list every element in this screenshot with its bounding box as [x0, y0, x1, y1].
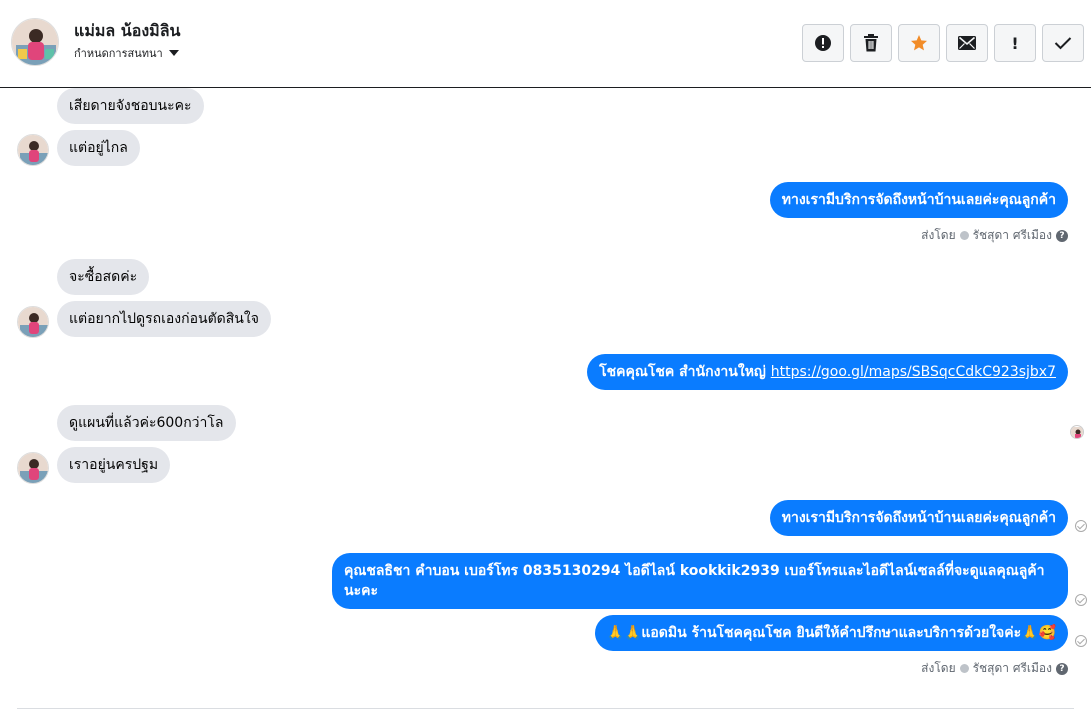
contact-avatar[interactable]	[11, 18, 59, 66]
sent-by-agent[interactable]: รัชสุดา ศรีเมือง	[973, 226, 1052, 245]
incoming-message[interactable]: ดูแผนที่แล้วค่ะ600กว่าโล	[57, 405, 236, 441]
map-link[interactable]: https://goo.gl/maps/SBSqcCdkC923sjbx7	[771, 364, 1056, 380]
incoming-message[interactable]: เราอยู่นครปฐม	[57, 447, 171, 483]
envelope-icon	[958, 36, 976, 50]
sent-by-label: ส่งโดย	[921, 661, 956, 675]
star-icon	[911, 35, 927, 51]
outgoing-message[interactable]: 🙏🙏แอดมิน ร้านโชคคุณโชค ยินดีให้คำปรึกษาแ…	[594, 615, 1068, 651]
help-icon[interactable]: ?	[1056, 662, 1068, 675]
delivered-check-icon	[1075, 635, 1087, 647]
star-button[interactable]	[898, 24, 940, 62]
incoming-message[interactable]: จะซื้อสดค่ะ	[57, 259, 150, 295]
sent-check-icon	[959, 664, 969, 673]
conversation-settings-dropdown[interactable]: กำหนดการสนทนา	[74, 44, 179, 62]
conversation-toolbar: !	[802, 24, 1084, 62]
caret-down-icon	[168, 50, 179, 56]
incoming-message[interactable]: เสียดายจังชอบนะคะ	[57, 88, 204, 124]
outgoing-message[interactable]: โชคคุณโชค สำนักงานใหญ่ https://goo.gl/ma…	[587, 354, 1068, 390]
exclamation-icon: !	[1011, 33, 1019, 53]
sent-check-icon	[959, 231, 969, 240]
alert-circle-icon	[815, 35, 831, 51]
incoming-message[interactable]: แต่อยู่ไกล	[57, 130, 140, 166]
help-icon[interactable]: ?	[1056, 229, 1068, 242]
conversation-header: แม่มล น้องมิลิน กำหนดการสนทนา !	[0, 0, 1091, 88]
incoming-message[interactable]: แต่อยากไปดูรถเองก่อนตัดสินใจ	[57, 301, 271, 337]
checkmark-icon	[1054, 37, 1072, 50]
outgoing-message[interactable]: ทางเรามีบริการจัดถึงหน้าบ้านเลยค่ะคุณลูก…	[769, 500, 1068, 536]
sent-by-label: ส่งโดย	[921, 228, 956, 242]
follow-up-button[interactable]: !	[994, 24, 1036, 62]
mark-done-button[interactable]	[1042, 24, 1084, 62]
contact-message-avatar	[17, 134, 49, 166]
composer-divider	[17, 708, 1074, 709]
outgoing-message[interactable]: ทางเรามีบริการจัดถึงหน้าบ้านเลยค่ะคุณลูก…	[769, 182, 1068, 218]
message-text: โชคคุณโชค สำนักงานใหญ่	[599, 364, 766, 380]
sent-by-agent[interactable]: รัชสุดา ศรีเมือง	[973, 659, 1052, 678]
mark-spam-button[interactable]	[802, 24, 844, 62]
delete-button[interactable]	[850, 24, 892, 62]
trash-icon	[864, 34, 878, 52]
sent-by-info: ส่งโดย รัชสุดา ศรีเมือง ?	[921, 226, 1068, 245]
delivered-check-icon	[1075, 594, 1087, 606]
outgoing-message[interactable]: คุณชลธิชา คำบอน เบอร์โทร 0835130294 ไอดี…	[332, 553, 1068, 609]
delivered-check-icon	[1075, 520, 1087, 532]
contact-name[interactable]: แม่มล น้องมิลิน	[74, 19, 180, 44]
seen-avatar	[1070, 425, 1084, 439]
contact-message-avatar	[17, 452, 49, 484]
mark-unread-button[interactable]	[946, 24, 988, 62]
conversation-settings-label: กำหนดการสนทนา	[74, 47, 163, 60]
contact-message-avatar	[17, 306, 49, 338]
sent-by-info: ส่งโดย รัชสุดา ศรีเมือง ?	[921, 659, 1068, 678]
